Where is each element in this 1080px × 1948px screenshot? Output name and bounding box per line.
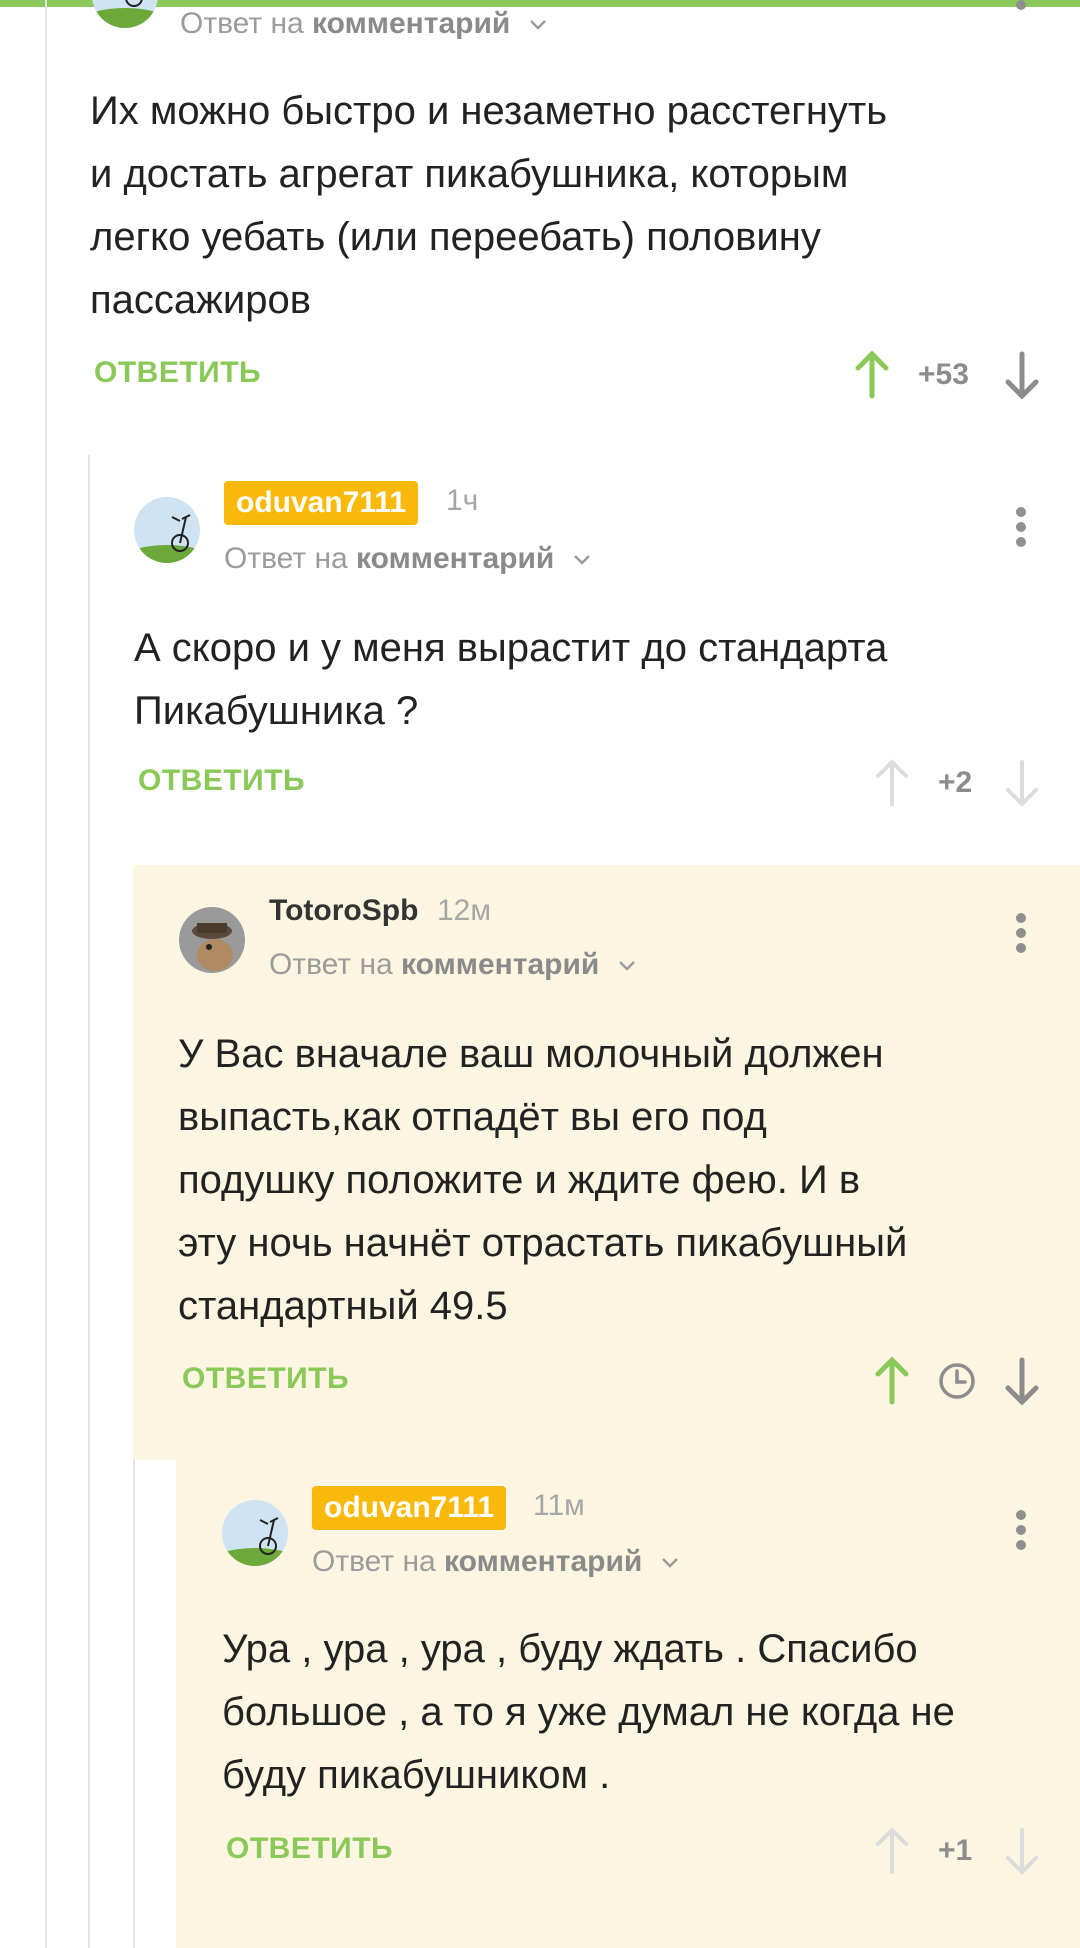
avatar-dandelion-icon [134,497,200,563]
more-options-icon[interactable] [1011,1510,1031,1554]
upvote-arrow-icon[interactable] [872,1356,912,1406]
comment: Ответ на комментарий Их можно быстро и н… [48,0,1080,440]
author-name[interactable]: oduvan7111 [224,481,419,525]
clock-icon [939,1363,975,1399]
comment-highlighted: TotoroSpb 12м Ответ на комментарий У Вас… [133,865,1080,1460]
reply-button[interactable]: ОТВЕТИТЬ [182,1362,349,1396]
comment-highlighted: oduvan7111 11м Ответ на комментарий Ура … [176,1460,1080,1948]
reply-to-prefix: Ответ на [180,7,304,40]
reply-to-prefix: Ответ на [269,948,393,981]
comment-time: 11м [533,1489,585,1522]
downvote-arrow-icon[interactable] [1002,758,1042,808]
comment-text: У Вас вначале ваш молочный должен выпаст… [178,1032,908,1328]
avatar-dandelion-icon [222,1500,288,1566]
avatar[interactable] [92,0,158,28]
comment-text: А скоро и у меня вырастит до стандарта П… [134,626,888,733]
thread-line-level-1 [45,0,47,1948]
reply-to-prefix: Ответ на [312,1545,436,1578]
reply-button[interactable]: ОТВЕТИТЬ [226,1832,393,1866]
reply-to-link[interactable]: комментарий [312,7,510,40]
reply-to: Ответ на комментарий [269,943,636,987]
more-options-icon[interactable] [1011,507,1031,551]
avatar-totoro-icon [179,907,245,973]
rating: +2 [938,766,973,799]
upvote-arrow-icon[interactable] [872,1826,912,1876]
chevron-down-icon[interactable] [573,554,591,566]
chevron-down-icon[interactable] [661,1557,679,1569]
comment: oduvan7111 1ч Ответ на комментарий А ско… [90,455,1080,855]
reply-to-link[interactable]: комментарий [444,1545,642,1578]
avatar-dandelion-icon [92,0,158,28]
reply-to: Ответ на комментарий [224,537,591,581]
reply-to-link[interactable]: комментарий [356,542,554,575]
downvote-arrow-icon[interactable] [1002,350,1042,400]
reply-button[interactable]: ОТВЕТИТЬ [94,356,261,390]
more-options-icon[interactable] [1011,913,1031,957]
reply-to-link[interactable]: комментарий [401,948,599,981]
upvote-arrow-icon[interactable] [872,758,912,808]
chevron-down-icon[interactable] [529,19,547,31]
author-name[interactable]: TotoroSpb [269,891,418,931]
chevron-down-icon[interactable] [618,960,636,972]
rating: +1 [938,1834,973,1867]
reply-to-prefix: Ответ на [224,542,348,575]
avatar[interactable] [179,907,245,973]
comment-text: Их можно быстро и незаметно расстегнуть … [90,89,888,322]
comment-time: 12м [437,894,491,927]
comment-time: 1ч [446,484,479,517]
rating: +53 [918,358,969,391]
downvote-arrow-icon[interactable] [1002,1826,1042,1876]
reply-to: Ответ на комментарий [312,1540,679,1584]
downvote-arrow-icon[interactable] [1002,1356,1042,1406]
author-name[interactable]: oduvan7111 [312,1486,507,1530]
comment-text: Ура , ура , ура , буду ждать . Спасибо б… [222,1627,955,1797]
avatar[interactable] [222,1500,288,1566]
avatar[interactable] [134,497,200,563]
upvote-arrow-icon[interactable] [852,350,892,400]
reply-to: Ответ на комментарий [180,2,547,46]
more-options-icon[interactable] [1011,0,1031,14]
reply-button[interactable]: ОТВЕТИТЬ [138,764,305,798]
